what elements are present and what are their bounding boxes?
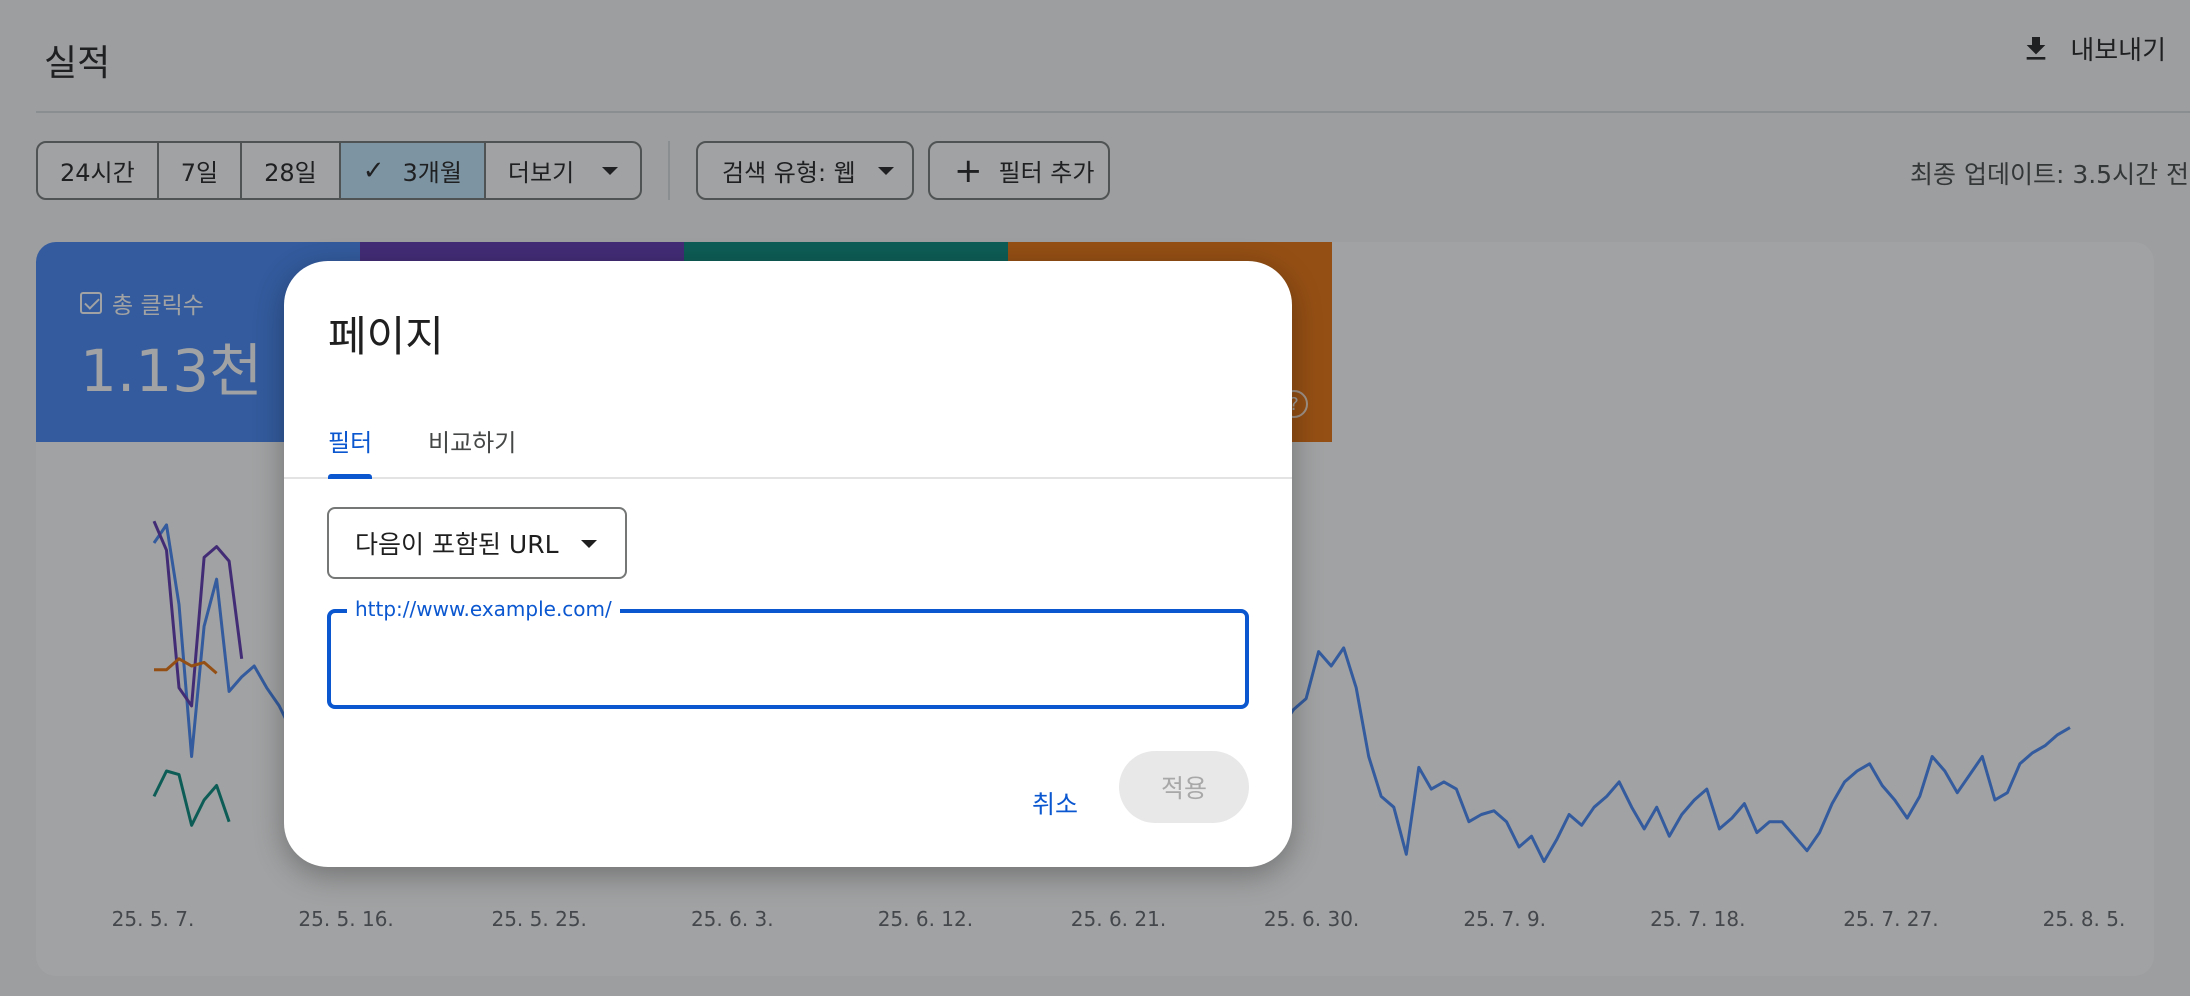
url-field[interactable]: http://www.example.com/	[327, 597, 1249, 709]
tab-filter[interactable]: 필터	[328, 423, 372, 458]
match-type-select[interactable]: 다음이 포함된 URL	[327, 507, 627, 579]
match-type-value: 다음이 포함된 URL	[355, 530, 559, 559]
caret-down-icon	[581, 540, 597, 548]
apply-button[interactable]: 적용	[1119, 751, 1249, 823]
page-filter-dialog: 페이지 필터 비교하기 다음이 포함된 URL http://www.examp…	[284, 261, 1292, 867]
active-tab-indicator	[328, 474, 372, 479]
url-input[interactable]	[351, 635, 1221, 685]
dialog-title: 페이지	[328, 312, 444, 361]
dialog-tabs: 필터 비교하기	[284, 401, 1292, 479]
cancel-button[interactable]: 취소	[1006, 767, 1104, 839]
tab-compare[interactable]: 비교하기	[428, 423, 516, 458]
url-field-label: http://www.example.com/	[347, 597, 620, 621]
